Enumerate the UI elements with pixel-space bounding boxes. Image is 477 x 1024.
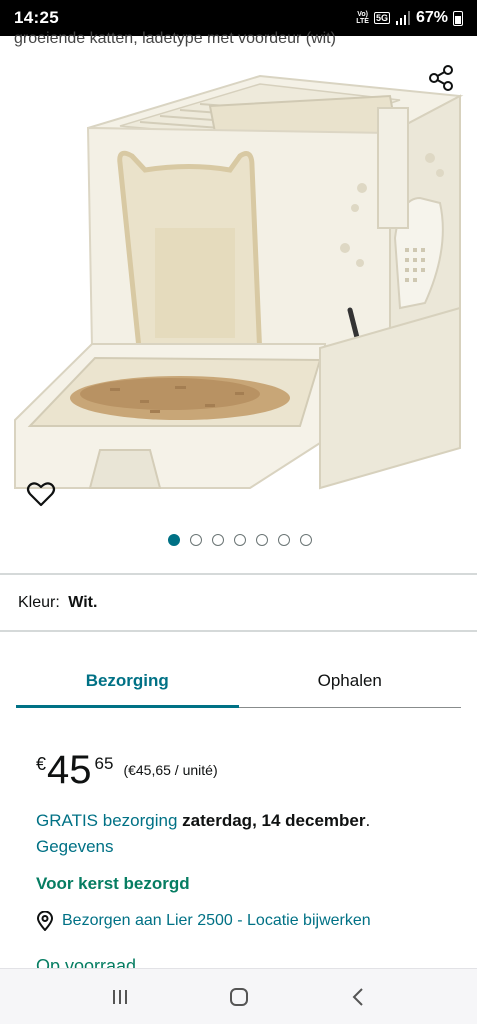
color-label: Kleur: bbox=[18, 594, 60, 611]
delivery-date: zaterdag, 14 december bbox=[182, 811, 366, 830]
volte-top: Vo) bbox=[357, 11, 368, 18]
unit-price: (€45,65 / unité) bbox=[123, 762, 218, 778]
price-whole: 45 bbox=[47, 748, 92, 792]
divider bbox=[0, 630, 477, 632]
share-icon bbox=[429, 65, 453, 91]
product-title-fragment: groeiende katten, ladetype met voordeur … bbox=[14, 30, 336, 47]
gallery-dot[interactable] bbox=[255, 534, 268, 546]
gallery-dot[interactable] bbox=[233, 534, 246, 546]
status-time: 14:25 bbox=[14, 8, 59, 27]
color-selection: Kleur: Wit. bbox=[18, 594, 97, 612]
battery-icon bbox=[453, 10, 463, 26]
volte-bottom: LTE bbox=[356, 18, 369, 25]
stock-status: Op voorraad bbox=[36, 956, 137, 968]
free-delivery-link[interactable]: GRATIS bezorging bbox=[36, 811, 177, 830]
gallery-dot[interactable] bbox=[277, 534, 290, 546]
wishlist-button[interactable] bbox=[26, 480, 56, 508]
price-fraction: 65 bbox=[94, 754, 114, 773]
recent-apps-button[interactable] bbox=[100, 977, 140, 1017]
gallery-dot[interactable] bbox=[167, 534, 180, 546]
cat-litter-box-image bbox=[14, 74, 464, 490]
divider bbox=[0, 573, 477, 575]
gallery-dot[interactable] bbox=[299, 534, 312, 546]
price-currency: € bbox=[36, 754, 47, 774]
recent-apps-icon bbox=[112, 989, 127, 1004]
home-button[interactable] bbox=[219, 977, 259, 1017]
product-image-gallery[interactable] bbox=[0, 48, 477, 518]
tab-ophalen[interactable]: Ophalen bbox=[239, 660, 462, 707]
gallery-dot[interactable] bbox=[189, 534, 202, 546]
delivery-location-link[interactable]: Bezorgen aan Lier 2500 - Locatie bijwerk… bbox=[36, 911, 371, 931]
location-text: Bezorgen aan Lier 2500 - Locatie bijwerk… bbox=[62, 912, 371, 929]
gallery-dot[interactable] bbox=[211, 534, 224, 546]
volte-indicator: Vo) LTE bbox=[356, 11, 369, 25]
color-value: Wit. bbox=[68, 594, 98, 611]
price-block: € 45 65 (€45,65 / unité) bbox=[36, 748, 218, 792]
delivery-info: GRATIS bezorging zaterdag, 14 december. … bbox=[36, 808, 456, 860]
gallery-pagination bbox=[0, 534, 477, 550]
tab-bezorging[interactable]: Bezorging bbox=[16, 660, 239, 708]
location-pin-icon bbox=[36, 911, 54, 931]
christmas-delivery-badge: Voor kerst bezorgd bbox=[36, 874, 190, 893]
back-button[interactable] bbox=[338, 977, 378, 1017]
signal-icon bbox=[395, 11, 410, 25]
home-icon bbox=[229, 987, 248, 1006]
delivery-period: . bbox=[365, 811, 371, 830]
share-button[interactable] bbox=[428, 64, 456, 92]
heart-icon bbox=[26, 482, 56, 507]
network-type: 5G bbox=[373, 12, 390, 24]
status-indicators: Vo) LTE 5G 67% bbox=[356, 9, 463, 27]
delivery-tabs: Bezorging Ophalen bbox=[16, 660, 461, 708]
battery-level: 67% bbox=[415, 9, 448, 26]
delivery-details-link[interactable]: Gegevens bbox=[36, 837, 114, 856]
back-icon bbox=[352, 987, 363, 1006]
system-navigation-bar bbox=[0, 968, 477, 1024]
